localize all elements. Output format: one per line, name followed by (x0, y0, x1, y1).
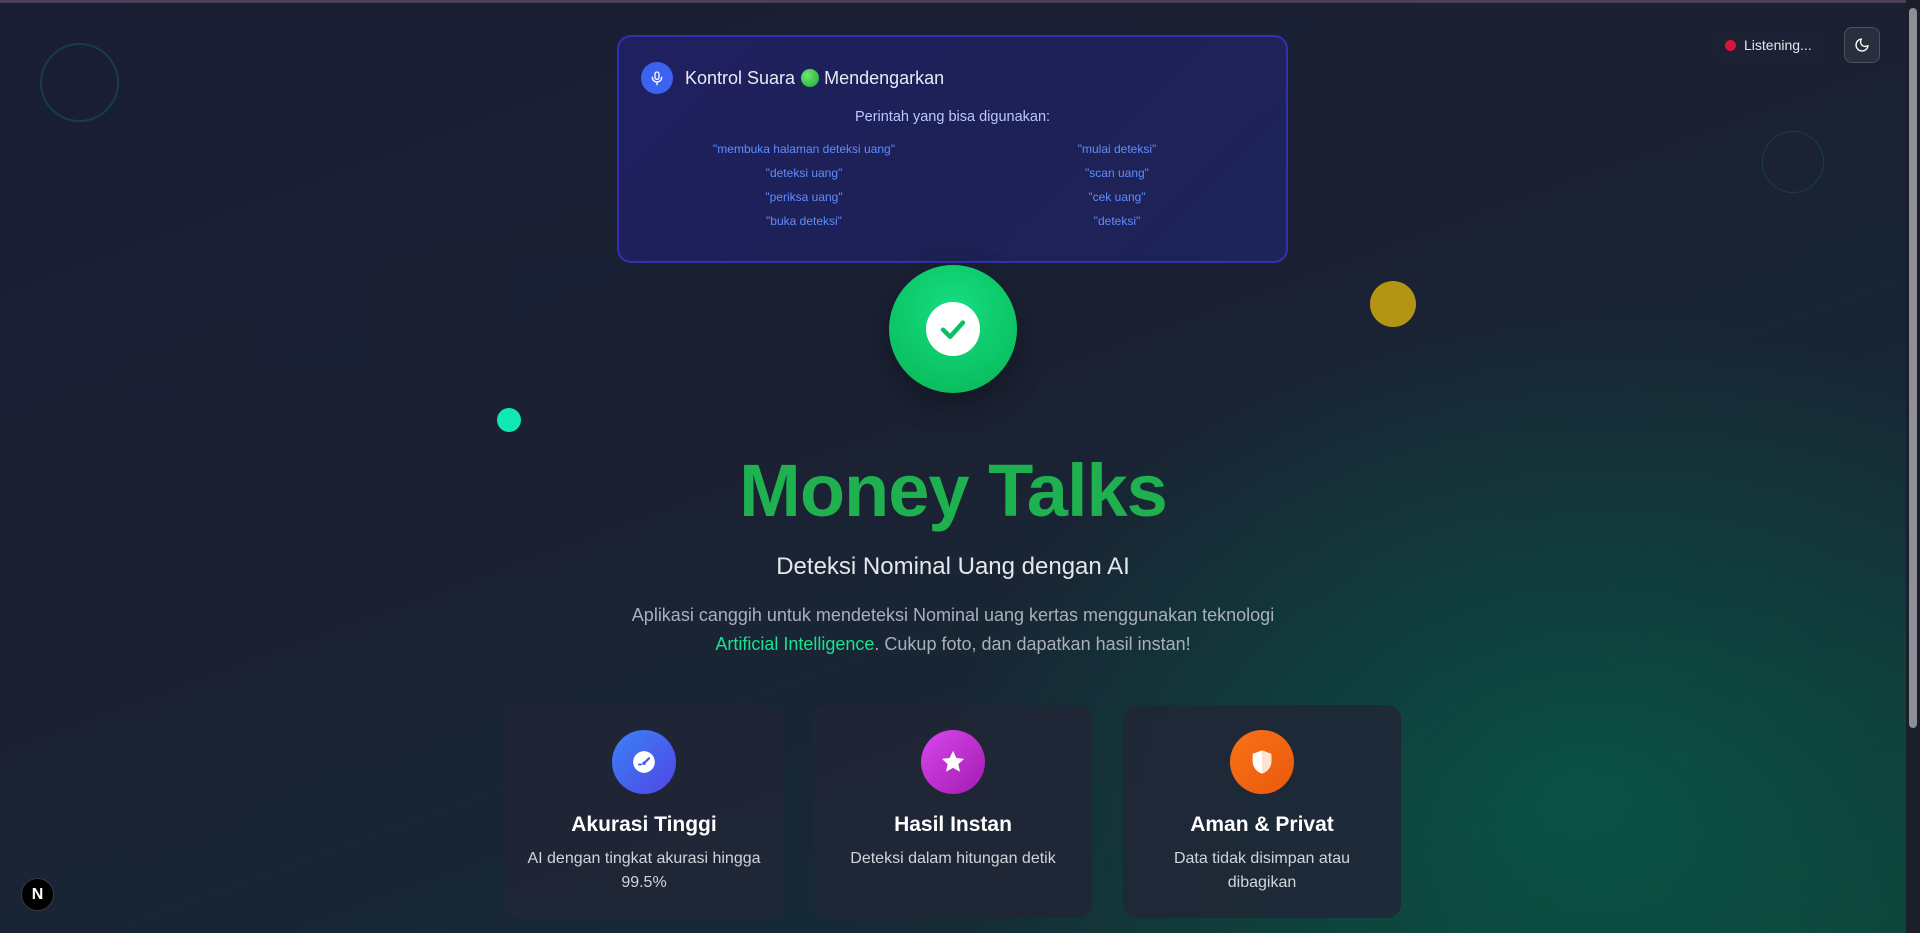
description-text: Aplikasi canggih untuk mendeteksi Nomina… (631, 605, 1275, 625)
scrollbar[interactable] (1906, 0, 1920, 933)
feature-title: Akurasi Tinggi (571, 813, 717, 836)
description-highlight: Artificial Intelligence (715, 634, 875, 654)
voice-control-panel: Kontrol Suara Mendengarkan Perintah yang … (617, 35, 1288, 263)
page-title: Money Talks (739, 449, 1168, 532)
voice-control-title: Kontrol Suara Mendengarkan (685, 68, 944, 89)
decorative-dot-teal (497, 408, 521, 432)
shield-icon (1230, 730, 1294, 794)
gauge-icon (612, 730, 676, 794)
command-item: "buka deteksi" (766, 214, 842, 228)
feature-card-instant: Hasil Instan Deteksi dalam hitungan deti… (814, 705, 1092, 918)
feature-description: AI dengan tingkat akurasi hingga 99.5% (527, 850, 761, 891)
feature-description: Deteksi dalam hitungan detik (850, 850, 1056, 867)
command-item: "membuka halaman deteksi uang" (713, 142, 895, 156)
page-subtitle: Deteksi Nominal Uang dengan AI (776, 553, 1130, 580)
decorative-dot-yellow (1370, 281, 1416, 327)
listening-label: Listening... (1744, 37, 1812, 53)
scrollbar-thumb[interactable] (1909, 8, 1917, 728)
green-circle-icon (801, 68, 820, 87)
listening-indicator: Listening... (1711, 30, 1826, 60)
feature-card-accuracy: Akurasi Tinggi AI dengan tingkat akurasi… (505, 705, 783, 918)
theme-toggle-button[interactable] (1844, 27, 1880, 63)
voice-control-status: Mendengarkan (824, 67, 945, 88)
voice-control-header: Kontrol Suara Mendengarkan (641, 62, 944, 94)
dev-tools-badge[interactable]: N (21, 878, 54, 911)
command-item: "periksa uang" (765, 190, 843, 204)
commands-heading: Perintah yang bisa digunakan: (854, 109, 1051, 125)
feature-title: Aman & Privat (1190, 813, 1334, 836)
window-top-border (0, 0, 1920, 3)
command-item: "mulai deteksi" (1077, 142, 1157, 156)
feature-card-privacy: Aman & Privat Data tidak disimpan atau d… (1123, 705, 1401, 918)
feature-description: Data tidak disimpan atau dibagikan (1173, 850, 1351, 891)
command-item: "cek uang" (1088, 190, 1146, 204)
command-item: "deteksi" (1093, 214, 1141, 228)
check-icon-inner (926, 302, 980, 356)
microphone-icon[interactable] (641, 62, 673, 94)
check-circle-icon (889, 265, 1017, 393)
recording-dot-icon (1725, 39, 1736, 51)
commands-list-right: "mulai deteksi" "scan uang" "cek uang" "… (1002, 141, 1232, 229)
feature-title: Hasil Instan (894, 813, 1012, 836)
command-item: "deteksi uang" (765, 166, 843, 180)
commands-list-left: "membuka halaman deteksi uang" "deteksi … (689, 141, 919, 229)
star-icon (921, 730, 985, 794)
command-item: "scan uang" (1085, 166, 1149, 180)
voice-control-title-text: Kontrol Suara (685, 67, 796, 88)
page-description: Aplikasi canggih untuk mendeteksi Nomina… (600, 601, 1306, 659)
moon-icon (1855, 38, 1869, 52)
decorative-ring (40, 43, 119, 122)
description-text-end: . Cukup foto, dan dapatkan hasil instan! (874, 634, 1191, 654)
decorative-ring (1762, 131, 1824, 193)
